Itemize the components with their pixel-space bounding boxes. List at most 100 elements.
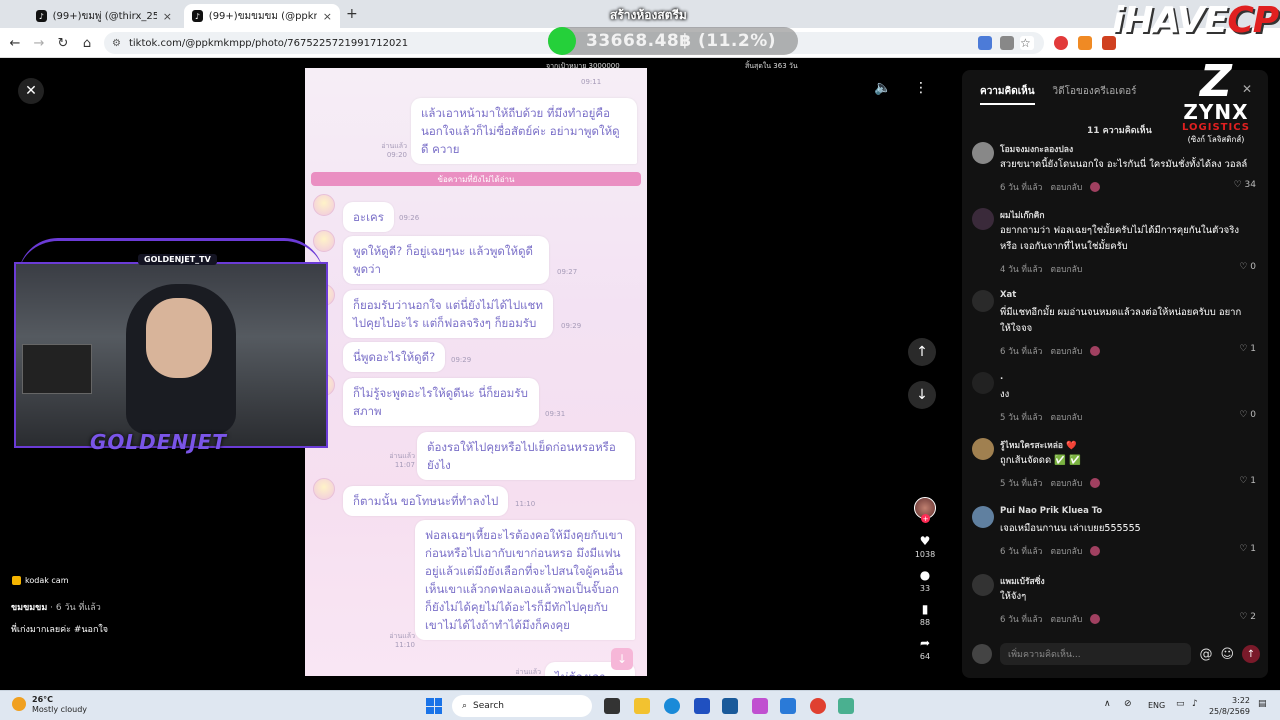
goal-end-caption: สิ้นสุดใน 363 วัน bbox=[745, 62, 798, 70]
home-icon[interactable]: ⌂ bbox=[78, 34, 96, 52]
send-icon[interactable]: ↑ bbox=[1242, 645, 1260, 663]
notepad-icon[interactable] bbox=[838, 698, 854, 714]
tab-tiktok-thirx[interactable]: ♪ (99+)ขมพู่ (@thirx_254) | TikTok × bbox=[28, 4, 180, 28]
avatar[interactable] bbox=[972, 208, 994, 230]
comment-username[interactable]: Xat bbox=[1000, 290, 1016, 300]
music-chip[interactable]: kodak cam bbox=[12, 576, 69, 585]
comment-like[interactable]: ♡ 1 bbox=[1239, 344, 1256, 354]
comments-panel: ความคิดเห็น วิดีโอของครีเอเตอร์ ✕ 11 ควา… bbox=[962, 70, 1268, 678]
comment-username[interactable]: รู้ไหมใครสะเหล่อ ❤️ bbox=[1000, 438, 1077, 452]
mention-icon[interactable]: @ bbox=[1199, 647, 1212, 662]
reload-icon[interactable]: ↻ bbox=[54, 34, 72, 52]
tab-comments[interactable]: ความคิดเห็น bbox=[980, 84, 1035, 105]
tab-title: (99+)ขมพู่ (@thirx_254) | TikTok bbox=[52, 10, 157, 22]
chat-bubble: อะเคร bbox=[343, 202, 394, 232]
site-info-icon[interactable]: ⚙ bbox=[112, 38, 121, 49]
input-language[interactable]: ENG bbox=[1148, 701, 1165, 710]
outlook-icon[interactable] bbox=[780, 698, 796, 714]
heart-icon: ♥ bbox=[919, 534, 931, 548]
tab-creator-videos[interactable]: วิดีโอของครีเอเตอร์ bbox=[1053, 84, 1137, 105]
metamask-icon[interactable] bbox=[1078, 36, 1092, 50]
close-viewer-button[interactable]: ✕ bbox=[18, 78, 44, 104]
notification-icon[interactable]: ▤ bbox=[1258, 699, 1267, 709]
avatar[interactable] bbox=[972, 506, 994, 528]
comment-like[interactable]: ♡ 0 bbox=[1239, 410, 1256, 420]
streamer-face bbox=[146, 298, 212, 378]
reply-button[interactable]: ตอบกลับ bbox=[1050, 612, 1082, 626]
tray-network-off-icon[interactable]: ⊘ bbox=[1124, 699, 1132, 709]
time-stamp: 09:11 bbox=[581, 78, 602, 86]
close-tab-icon[interactable]: × bbox=[163, 10, 172, 23]
translate-icon[interactable] bbox=[978, 36, 992, 50]
tab-tiktok-ppkmkmpp[interactable]: ♪ (99+)ขมขมขม (@ppkmkmpp) | T × bbox=[184, 4, 340, 28]
windows-start-icon[interactable] bbox=[426, 698, 442, 714]
share-icon[interactable] bbox=[1000, 36, 1014, 50]
close-tab-icon[interactable]: × bbox=[323, 10, 332, 23]
file-explorer-icon[interactable] bbox=[634, 698, 650, 714]
comment-like[interactable]: ♡ 1 bbox=[1239, 476, 1256, 486]
follow-plus-icon[interactable]: + bbox=[921, 514, 930, 523]
comment-like[interactable]: ♡ 34 bbox=[1234, 180, 1256, 190]
emoji-icon[interactable]: ☺ bbox=[1220, 647, 1234, 662]
wifi-icon[interactable]: ▭ bbox=[1176, 699, 1185, 709]
next-post-button[interactable]: ↓ bbox=[908, 381, 936, 409]
volume-tray-icon[interactable]: ♪ bbox=[1192, 699, 1198, 709]
edge-icon[interactable] bbox=[664, 698, 680, 714]
reply-button[interactable]: ตอบกลับ bbox=[1050, 262, 1082, 276]
task-view-icon[interactable] bbox=[604, 698, 620, 714]
avatar[interactable] bbox=[972, 438, 994, 460]
store-icon[interactable] bbox=[722, 698, 738, 714]
vscode-icon[interactable] bbox=[694, 698, 710, 714]
temperature: 26°C bbox=[32, 695, 54, 704]
forward-icon[interactable]: → bbox=[30, 34, 48, 52]
comment-button[interactable]: ● 33 bbox=[910, 568, 940, 593]
time-stamp: 09:29 bbox=[561, 322, 582, 330]
volume-icon[interactable]: 🔈 bbox=[870, 75, 896, 101]
chrome-icon[interactable] bbox=[810, 698, 826, 714]
sponsor-name: ZYNX bbox=[1183, 100, 1249, 124]
avatar[interactable] bbox=[972, 574, 994, 596]
time-stamp: 09:29 bbox=[451, 356, 472, 364]
previous-post-button[interactable]: ↑ bbox=[908, 338, 936, 366]
avatar[interactable] bbox=[972, 372, 994, 394]
comment-footer: 5 วัน ที่แล้ว ตอบกลับ bbox=[1000, 476, 1101, 490]
comment-username[interactable]: ผมไม่เก๊กคิก bbox=[1000, 208, 1045, 222]
music-name: kodak cam bbox=[25, 576, 69, 585]
tiktok-icon: ♪ bbox=[192, 10, 203, 22]
like-button[interactable]: ♥ 1038 bbox=[910, 534, 940, 559]
share-button[interactable]: ➦ 64 bbox=[910, 636, 940, 661]
goal-caption: จากเป้าหมาย 3000000 bbox=[546, 62, 620, 70]
system-clock[interactable]: 3:22 25/8/2569 bbox=[1202, 695, 1250, 717]
comment-username[interactable]: โอมจงมงกะลองปลง bbox=[1000, 142, 1073, 156]
copilot-icon[interactable] bbox=[752, 698, 768, 714]
new-tab-icon[interactable]: + bbox=[346, 6, 358, 22]
weather-widget[interactable]: 26°C Mostly cloudy bbox=[12, 695, 87, 715]
avatar[interactable] bbox=[972, 142, 994, 164]
comment-username[interactable]: . bbox=[1000, 372, 1003, 382]
music-icon bbox=[12, 576, 21, 585]
reply-button[interactable]: ตอบกลับ bbox=[1050, 410, 1082, 424]
back-icon[interactable]: ← bbox=[6, 34, 24, 52]
comment-username[interactable]: Pui Nao Prik Kluea To bbox=[1000, 506, 1102, 516]
comment-like[interactable]: ♡ 1 bbox=[1239, 544, 1256, 554]
taskbar-search[interactable]: ⌕ Search bbox=[452, 695, 592, 717]
comment-like[interactable]: ♡ 0 bbox=[1239, 262, 1256, 272]
bookmark-star-icon[interactable]: ☆ bbox=[1020, 36, 1034, 50]
comment-username[interactable]: แพมเบ้รัสซิ่ง bbox=[1000, 574, 1045, 588]
post-author-line: ขมขมขม · 6 วัน ที่แล้ว bbox=[11, 603, 101, 613]
adblock-icon[interactable] bbox=[1054, 36, 1068, 50]
author-name[interactable]: ขมขมขม bbox=[11, 603, 47, 613]
chat-bubble: ฟอลเฉยๆเหี้ยอะไรต้องคอให้มึงคุยกับเขาก่อ… bbox=[415, 520, 635, 640]
brand-left: iHAVE bbox=[1112, 0, 1228, 41]
reply-button[interactable]: ตอบกลับ bbox=[1050, 476, 1082, 490]
tray-chevron-icon[interactable]: ∧ bbox=[1104, 699, 1111, 709]
reply-button[interactable]: ตอบกลับ bbox=[1050, 344, 1082, 358]
reply-button[interactable]: ตอบกลับ bbox=[1050, 544, 1082, 558]
comment-like[interactable]: ♡ 2 bbox=[1239, 612, 1256, 622]
reply-button[interactable]: ตอบกลับ bbox=[1050, 180, 1082, 194]
comment-item: Pui Nao Prik Kluea To เจอเหมือนกานน เล่า… bbox=[972, 506, 1262, 558]
avatar[interactable] bbox=[972, 290, 994, 312]
comment-input[interactable]: เพิ่มความคิดเห็น... bbox=[1000, 643, 1192, 665]
more-options-icon[interactable]: ⋮ bbox=[908, 75, 934, 101]
save-button[interactable]: ▮ 88 bbox=[910, 602, 940, 627]
